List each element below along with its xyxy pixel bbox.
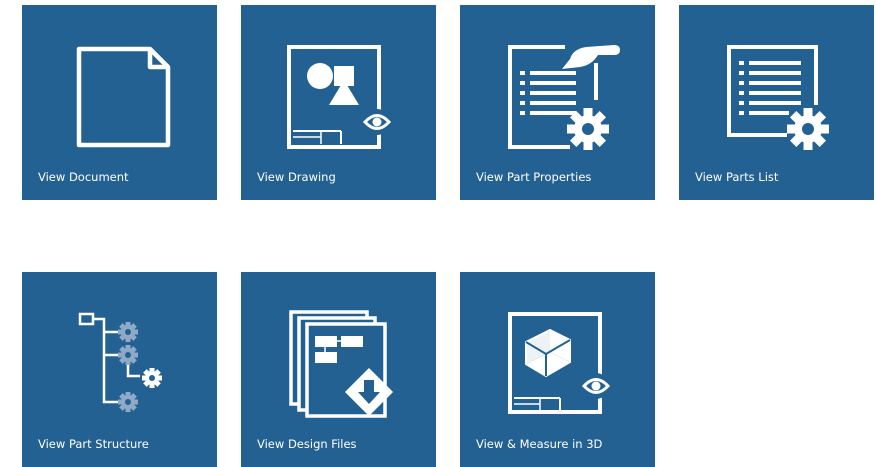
document-icon bbox=[76, 46, 171, 148]
tile-label: View Part Structure bbox=[38, 437, 149, 451]
view-drawing-tile[interactable]: View Drawing bbox=[241, 5, 436, 200]
view-measure-3d-tile[interactable]: View & Measure in 3D bbox=[460, 272, 655, 467]
tile-label: View Part Properties bbox=[476, 170, 592, 184]
view-part-properties-tile[interactable]: View Part Properties bbox=[460, 5, 655, 200]
design-files-icon bbox=[289, 310, 394, 418]
parts-list-icon bbox=[727, 45, 829, 150]
part-properties-icon bbox=[508, 45, 620, 150]
tile-label: View Parts List bbox=[695, 170, 779, 184]
tile-label: View Design Files bbox=[257, 437, 357, 451]
part-structure-icon bbox=[78, 312, 162, 412]
tile-label: View Document bbox=[38, 170, 129, 184]
view-design-files-tile[interactable]: View Design Files bbox=[241, 272, 436, 467]
tile-label: View Drawing bbox=[257, 170, 336, 184]
3d-measure-icon bbox=[508, 312, 611, 414]
tile-label: View & Measure in 3D bbox=[476, 437, 603, 451]
drawing-view-icon bbox=[287, 45, 392, 149]
view-parts-list-tile[interactable]: View Parts List bbox=[679, 5, 874, 200]
view-document-tile[interactable]: View Document bbox=[22, 5, 217, 200]
view-part-structure-tile[interactable]: View Part Structure bbox=[22, 272, 217, 467]
